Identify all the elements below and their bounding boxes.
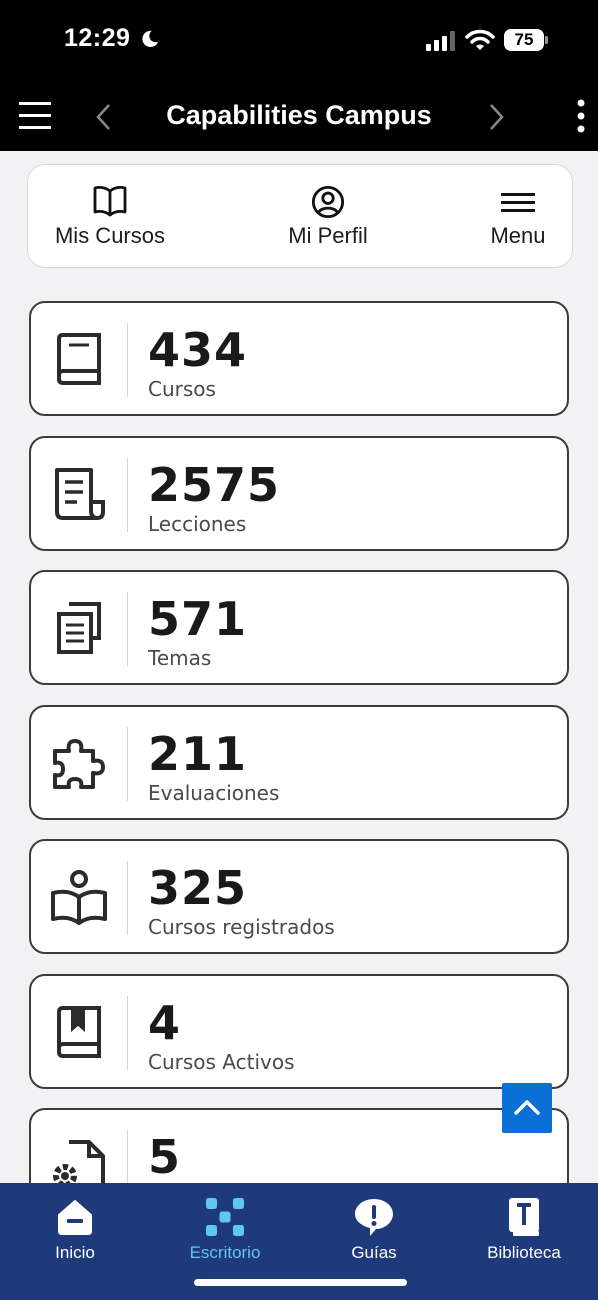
chevron-up-icon [514, 1100, 540, 1115]
card-divider [127, 592, 128, 666]
more-vertical-icon[interactable] [574, 98, 588, 134]
stat-value: 434 [148, 323, 248, 377]
tab-label: Biblioteca [487, 1243, 561, 1262]
card-divider [127, 996, 128, 1070]
nav-menu[interactable]: Menu [458, 185, 578, 249]
top-nav-card: Mis Cursos Mi Perfil Menu [27, 164, 573, 268]
stat-card-cursos-activos[interactable]: 4 Cursos Activos [29, 974, 569, 1089]
stat-card-lecciones[interactable]: 2575 Lecciones [29, 436, 569, 551]
home-icon [58, 1200, 92, 1235]
copy-documents-icon [57, 602, 101, 654]
nav-label: Menu [490, 223, 546, 248]
stat-card-temas[interactable]: 571 Temas [29, 570, 569, 685]
home-indicator [194, 1279, 407, 1286]
card-divider [127, 323, 128, 397]
stat-label: Evaluaciones [148, 781, 280, 805]
scroll-top-button[interactable] [502, 1083, 552, 1133]
wifi-icon [465, 29, 495, 50]
tab-guias[interactable]: Guías [314, 1197, 434, 1263]
stat-value: 325 [148, 861, 248, 915]
stat-label: Cursos [148, 377, 216, 401]
dashboard-icon [206, 1198, 244, 1236]
stat-value: 5 [148, 1130, 182, 1184]
moon-icon [142, 30, 159, 47]
app-header: Capabilities Campus [0, 84, 598, 151]
stat-label: Lecciones [148, 512, 247, 536]
stat-label: Cursos Activos [148, 1050, 295, 1074]
nav-mis-cursos[interactable]: Mis Cursos [50, 185, 170, 249]
stat-value: 2575 [148, 458, 281, 512]
card-divider [127, 861, 128, 935]
nav-mi-perfil[interactable]: Mi Perfil [268, 185, 388, 249]
tab-label: Guías [351, 1243, 397, 1262]
stat-value: 211 [148, 727, 248, 781]
menu-icon [501, 193, 535, 212]
stat-card-cursos-registrados[interactable]: 325 Cursos registrados [29, 839, 569, 954]
tab-label: Escritorio [189, 1243, 261, 1262]
nav-label: Mi Perfil [288, 223, 368, 248]
stat-value: 4 [148, 996, 182, 1050]
card-divider [127, 727, 128, 801]
tab-biblioteca[interactable]: Biblioteca [464, 1197, 584, 1263]
book-icon [57, 333, 101, 385]
tab-inicio[interactable]: Inicio [15, 1197, 135, 1263]
tab-label: Inicio [55, 1243, 95, 1262]
puzzle-icon [53, 739, 105, 789]
status-bar: 12:29 75 [0, 0, 598, 84]
signal-icon [426, 31, 455, 51]
stat-value: 571 [148, 592, 248, 646]
chevron-right-icon[interactable] [486, 102, 506, 132]
page-title: Capabilities Campus [166, 100, 432, 130]
reader-icon [51, 870, 107, 925]
stat-card-cursos[interactable]: 434 Cursos [29, 301, 569, 416]
battery-level: 75 [514, 30, 534, 49]
library-book-icon [509, 1198, 539, 1236]
user-circle-icon [311, 185, 345, 219]
nav-label: Mis Cursos [54, 223, 165, 248]
status-time: 12:29 [64, 24, 131, 52]
tab-escritorio[interactable]: Escritorio [165, 1197, 285, 1263]
card-divider [127, 458, 128, 532]
document-icon [55, 468, 105, 520]
stat-label: Cursos registrados [148, 915, 335, 939]
stat-card-evaluaciones[interactable]: 211 Evaluaciones [29, 705, 569, 820]
battery-tip [545, 36, 548, 44]
battery-indicator: 75 [504, 29, 544, 51]
bookmark-book-icon [57, 1006, 101, 1058]
exclamation-bubble-icon [355, 1199, 393, 1236]
open-book-icon [93, 186, 127, 217]
stat-label: Temas [148, 646, 212, 670]
